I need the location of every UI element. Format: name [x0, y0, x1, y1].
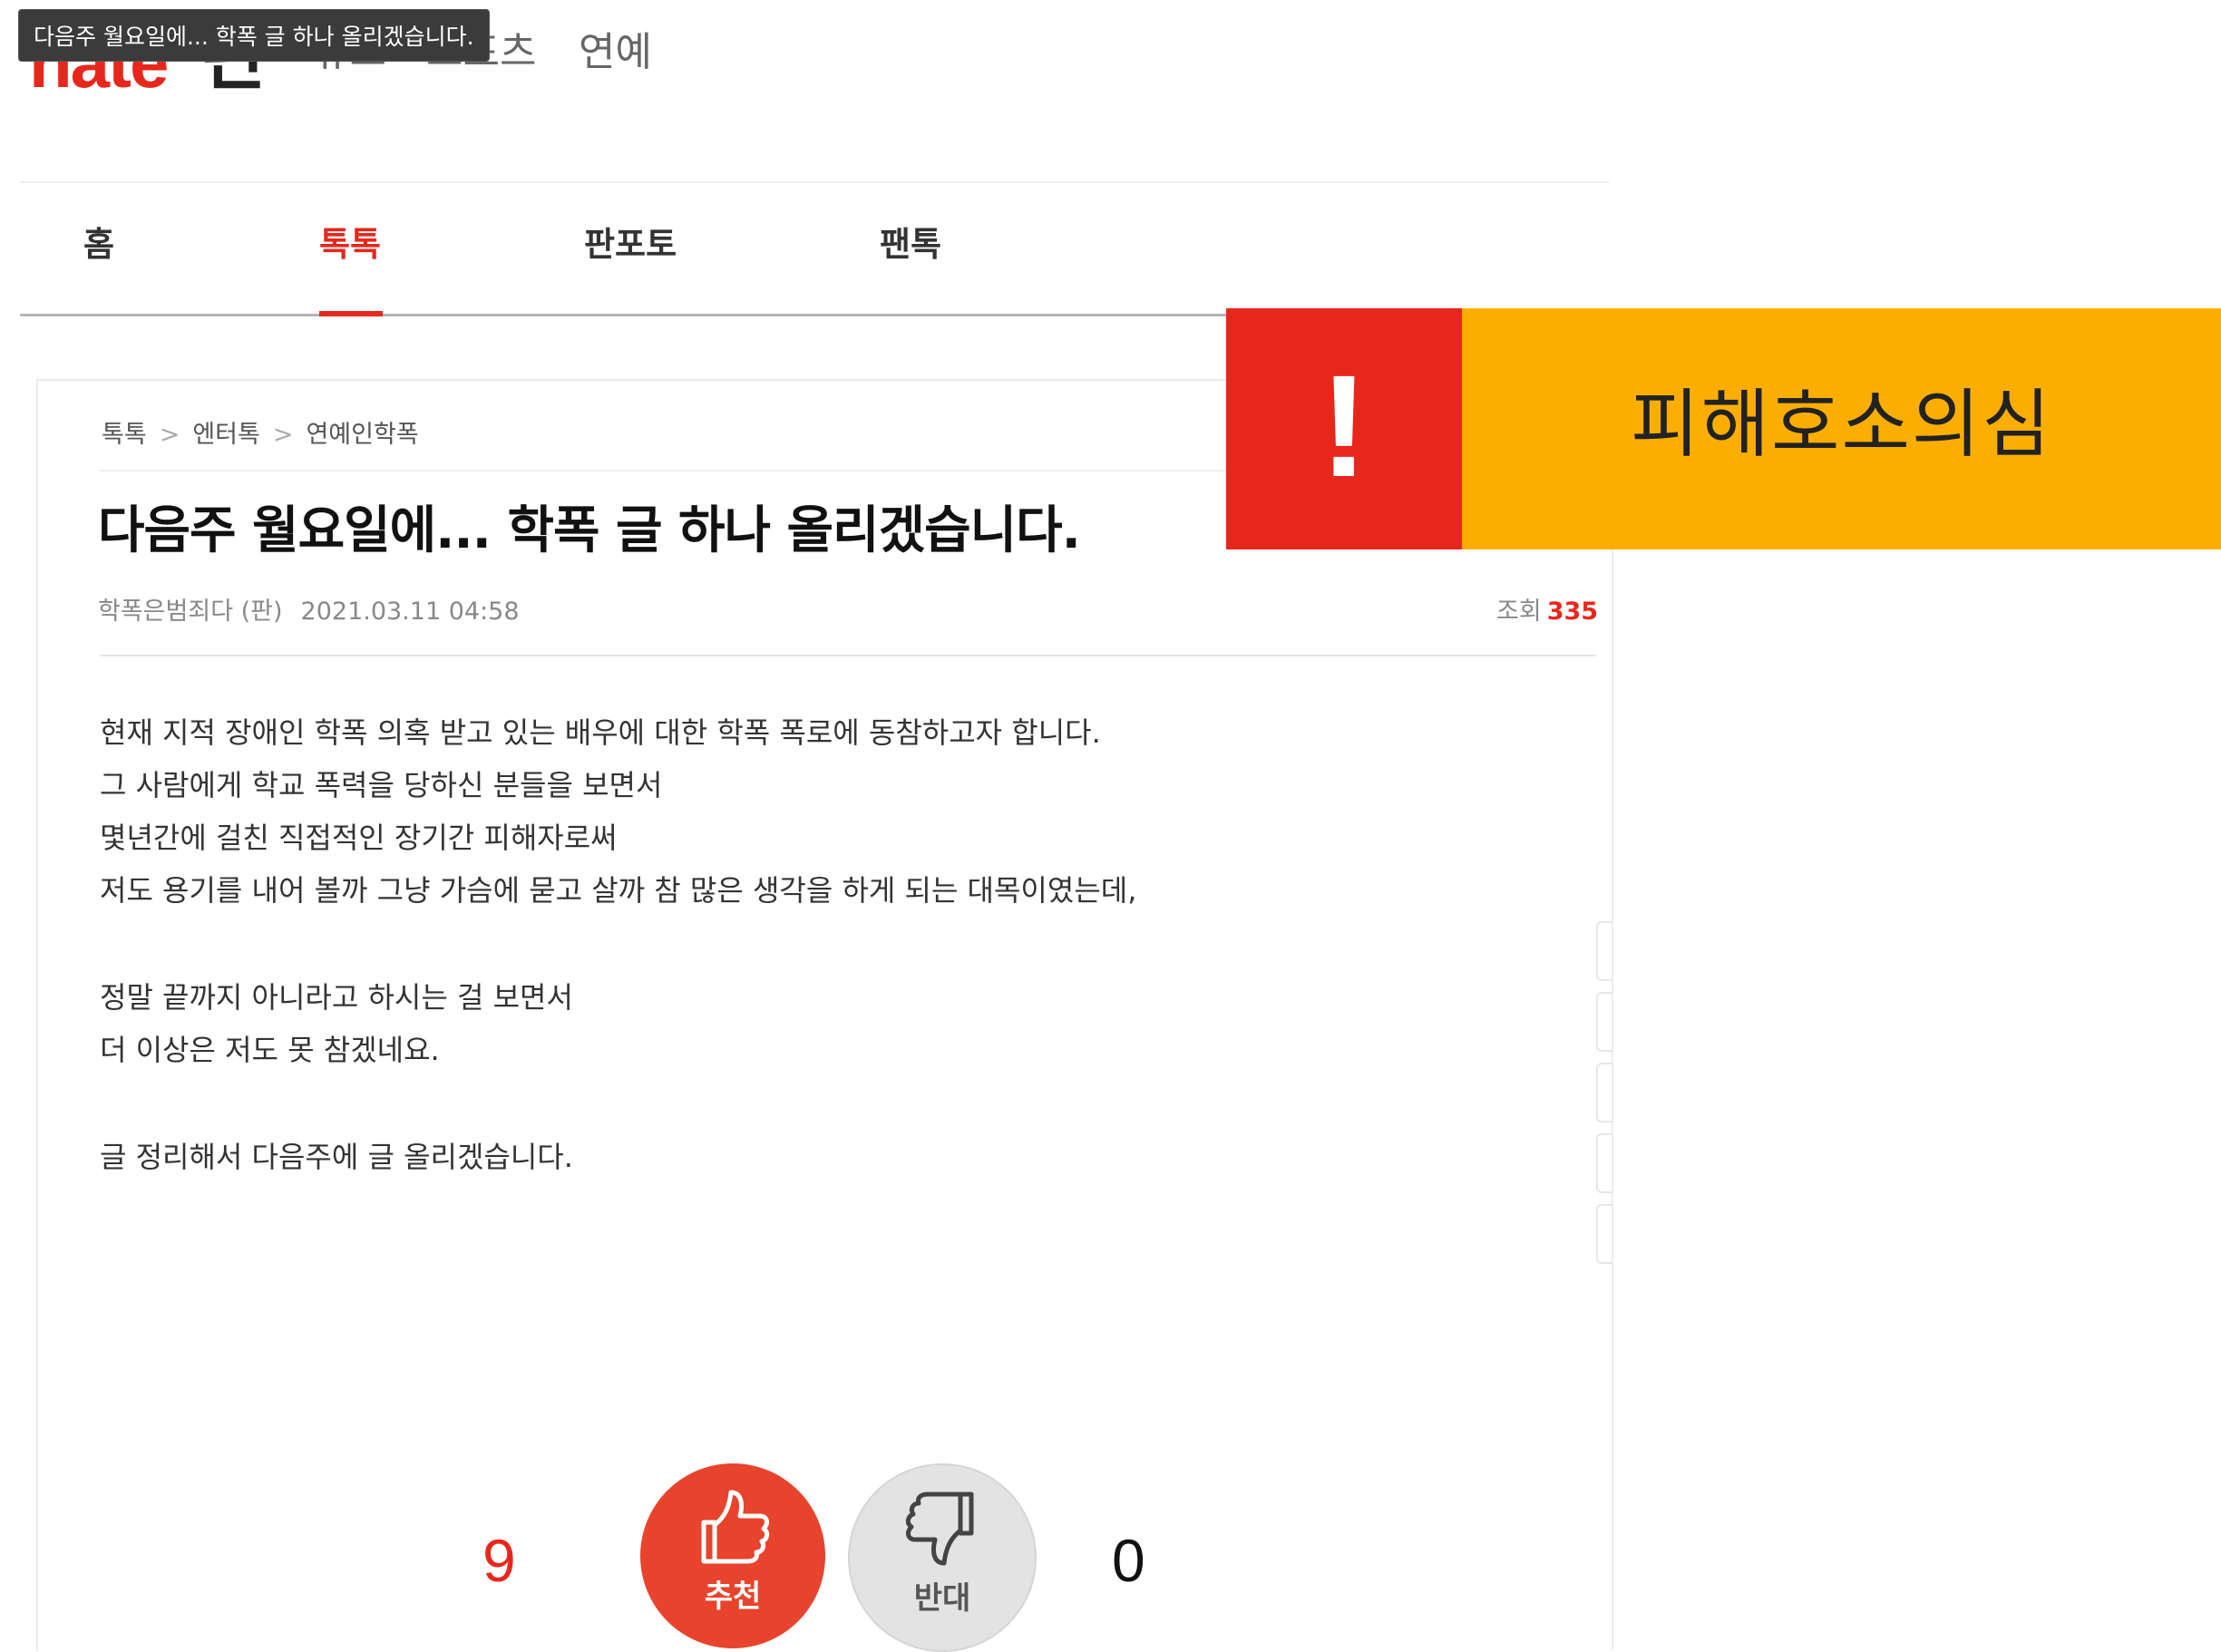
post-body-line: 몇년간에 걸친 직접적인 장기간 피해자로써 — [100, 821, 618, 855]
views-label: 조회 — [1496, 598, 1542, 626]
downvote-label: 반대 — [913, 1580, 971, 1617]
views-count: 335 — [1546, 598, 1599, 626]
post-body-line: 더 이상은 저도 못 참겠네요. — [100, 1033, 440, 1067]
post-title: 다음주 월요일에... 학폭 글 하나 올리겠습니다. — [98, 501, 1081, 560]
nav-tab-panphoto[interactable]: 판포토 — [584, 226, 677, 264]
nav-top-divider — [20, 181, 1610, 183]
post-body-line: 그 사람에게 학교 폭력을 당하신 분들을 보면서 — [100, 768, 663, 802]
title-tooltip: 다음주 월요일에... 학폭 글 하나 올리겠습니다. — [18, 9, 490, 62]
nav-active-indicator — [319, 311, 383, 316]
nav-tab-toktok[interactable]: 톡톡 — [319, 226, 381, 264]
warning-label: 피해호소의심 — [1631, 382, 2052, 468]
downvote-count: 0 — [1112, 1527, 1145, 1594]
nav-tab-fantok[interactable]: 팬톡 — [880, 226, 941, 264]
chevron-right-icon: > — [159, 421, 180, 449]
post-body-line: 현재 지적 장애인 학폭 의혹 받고 있는 배우에 대한 학폭 폭로에 동참하고… — [100, 715, 1101, 750]
breadcrumb: 톡톡 > 엔터톡 > 연예인학폭 — [102, 423, 419, 447]
service-link-entertainment[interactable]: 연예 — [579, 33, 652, 73]
post-body-line: 정말 끝까지 아니라고 하시는 걸 보면서 — [100, 980, 573, 1015]
thumbs-down-icon — [905, 1492, 974, 1566]
warning-label-box: 피해호소의심 — [1462, 308, 2221, 549]
side-action-button[interactable] — [1596, 1133, 1612, 1193]
side-action-button[interactable] — [1596, 921, 1612, 981]
post-container — [36, 379, 1613, 1650]
breadcrumb-item-celeb-bullying[interactable]: 연예인학폭 — [306, 421, 418, 449]
post-author[interactable]: 학폭은범죄다 (판) — [98, 598, 283, 626]
downvote-button[interactable]: 반대 — [848, 1463, 1037, 1652]
warning-mark-box: ! — [1226, 308, 1462, 549]
upvote-count: 9 — [482, 1527, 516, 1594]
meta-divider — [100, 655, 1596, 656]
nav-tab-home[interactable]: 홈 — [83, 226, 114, 264]
exclamation-icon: ! — [1320, 345, 1369, 507]
breadcrumb-item-toktok[interactable]: 톡톡 — [102, 421, 147, 449]
upvote-button[interactable]: 추천 — [640, 1463, 825, 1648]
post-views: 조회 335 — [1496, 591, 1598, 627]
post-meta: 학폭은범죄다 (판) 2021.03.11 04:58 — [98, 591, 520, 627]
thumbs-up-icon — [701, 1490, 770, 1564]
post-body-line: 글 정리해서 다음주에 글 올리겠습니다. — [100, 1140, 573, 1174]
post-body-line: 저도 용기를 내어 볼까 그냥 가슴에 묻고 살까 참 많은 생각을 하게 되는… — [100, 873, 1137, 908]
side-action-button[interactable] — [1596, 992, 1612, 1052]
side-action-button[interactable] — [1596, 1204, 1612, 1264]
breadcrumb-item-entertok[interactable]: 엔터톡 — [192, 421, 260, 449]
side-action-button[interactable] — [1596, 1063, 1612, 1122]
post-date: 2021.03.11 04:58 — [300, 598, 520, 626]
upvote-label: 추천 — [704, 1579, 762, 1615]
chevron-right-icon: > — [272, 421, 294, 449]
